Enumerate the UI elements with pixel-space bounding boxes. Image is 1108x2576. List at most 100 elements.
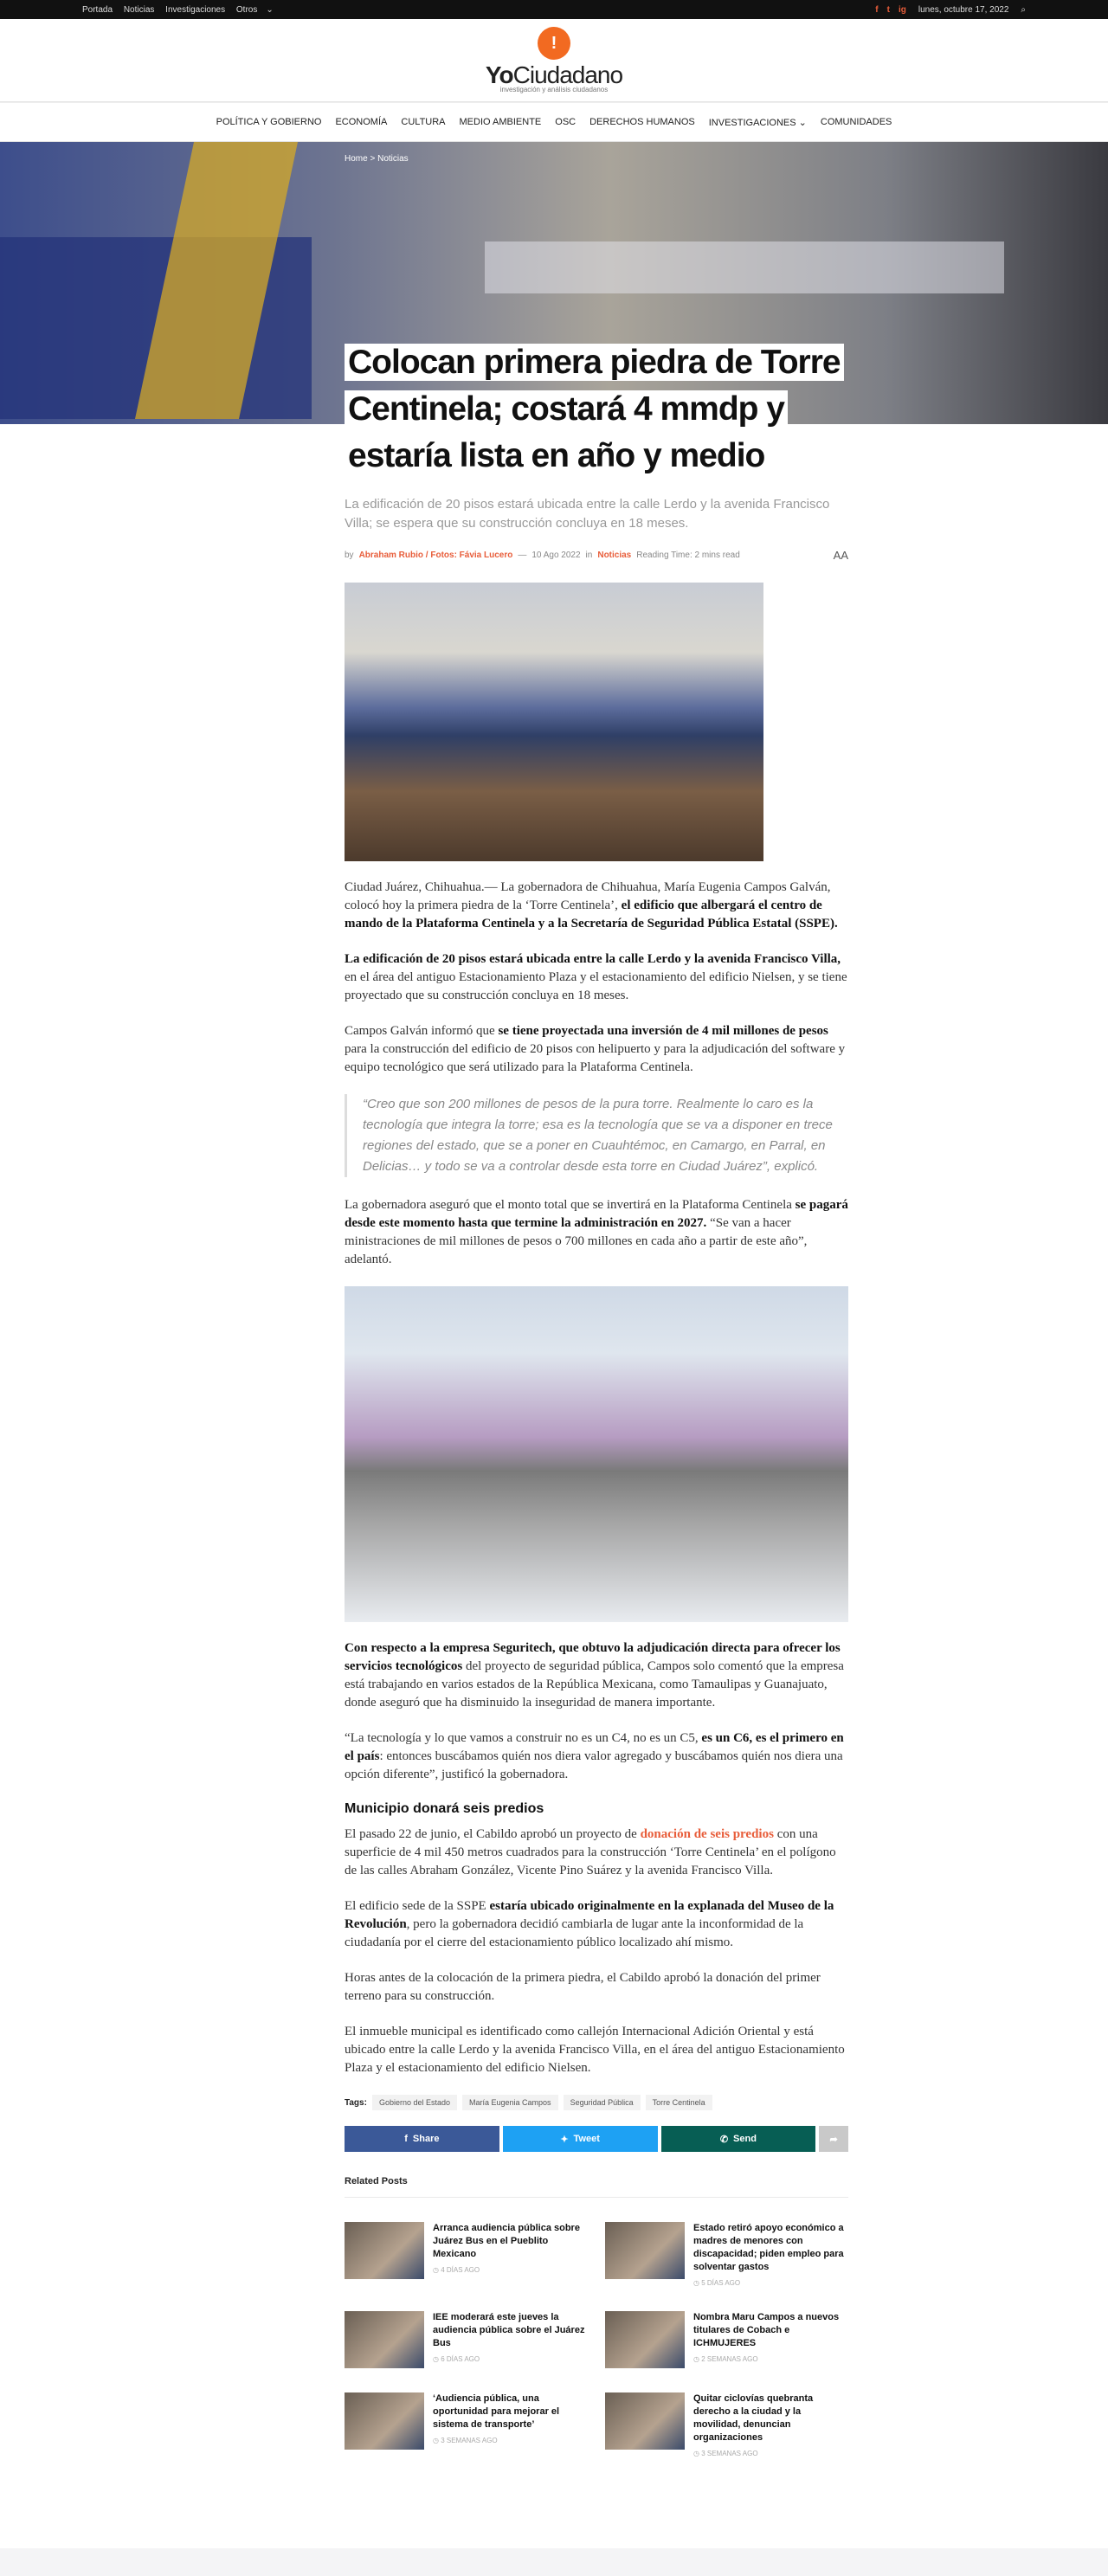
donation-link[interactable]: donación de seis predios: [641, 1827, 774, 1841]
nav-item-cultura[interactable]: CULTURA: [401, 117, 445, 127]
article-title: Colocan primera piedra de Torre Centinel…: [345, 339, 847, 480]
paragraph: El pasado 22 de junio, el Cabildo aprobó…: [345, 1827, 836, 1877]
related-thumbnail[interactable]: [605, 2392, 685, 2450]
article-meta: by Abraham Rubio / Fotos: Fávia Lucero —…: [345, 549, 848, 562]
article-category[interactable]: Noticias: [597, 551, 631, 560]
site-logo[interactable]: ! YoCiudadano investigación y análisis c…: [486, 27, 623, 93]
chevron-down-icon: ⌄: [798, 117, 807, 128]
article-photo: [345, 583, 763, 861]
related-title[interactable]: IEE moderará este jueves la audiencia pú…: [433, 2311, 588, 2350]
twitter-icon[interactable]: t: [887, 5, 890, 15]
nav-item-derechos-humanos[interactable]: DERECHOS HUMANOS: [589, 117, 695, 127]
tags-label: Tags:: [345, 2097, 367, 2108]
font-size-icon[interactable]: AA: [834, 549, 848, 562]
paragraph: Con respecto a la empresa Seguritech, qu…: [345, 1641, 844, 1710]
tag-item[interactable]: Seguridad Pública: [563, 2095, 641, 2110]
facebook-icon: f: [404, 2134, 408, 2144]
search-icon[interactable]: ⌕: [1021, 5, 1026, 15]
top-link-investigaciones[interactable]: Investigaciones: [165, 5, 225, 15]
related-title[interactable]: Arranca audiencia pública sobre Juárez B…: [433, 2222, 588, 2261]
instagram-icon[interactable]: ig: [899, 5, 906, 15]
article-date: 10 Ago 2022: [531, 551, 581, 560]
meta-by: by: [345, 551, 354, 560]
paragraph: La edificación de 20 pisos estará ubicad…: [345, 952, 847, 1002]
related-thumbnail[interactable]: [605, 2311, 685, 2368]
article-photo: [345, 1286, 848, 1622]
top-link-noticias[interactable]: Noticias: [124, 5, 155, 15]
breadcrumb: Home > Noticias: [345, 154, 409, 164]
whatsapp-icon: ✆: [719, 2134, 729, 2145]
paragraph: “La tecnología y lo que vamos a construi…: [345, 1731, 844, 1781]
related-post[interactable]: IEE moderará este jueves la audiencia pú…: [345, 2311, 588, 2368]
related-date: ◷ 4 DÍAS AGO: [433, 2266, 480, 2274]
nav-item-politica[interactable]: POLÍTICA Y GOBIERNO: [216, 117, 322, 127]
related-posts: Arranca audiencia pública sobre Juárez B…: [345, 2222, 848, 2457]
nav-item-comunidades[interactable]: COMUNIDADES: [821, 117, 892, 127]
article-title-wrap: Colocan primera piedra de Torre Centinel…: [345, 339, 847, 480]
article-quote: “Creo que son 200 millones de pesos de l…: [345, 1094, 848, 1177]
share-icon: ➦: [829, 2134, 838, 2145]
hero-banner-shape: [485, 242, 1004, 293]
logo-mark-icon: !: [538, 27, 570, 60]
facebook-icon[interactable]: f: [875, 5, 878, 15]
main-nav: POLÍTICA Y GOBIERNO ECONOMÍA CULTURA MED…: [0, 102, 1108, 142]
breadcrumb-section[interactable]: Noticias: [377, 154, 409, 164]
logo-tagline: investigación y análisis ciudadanos: [499, 86, 609, 93]
article-content: La edificación de 20 pisos estará ubicad…: [345, 495, 849, 2457]
breadcrumb-home[interactable]: Home: [345, 154, 368, 164]
nav-item-investigaciones[interactable]: INVESTIGACIONES ⌄: [709, 117, 807, 128]
related-date: ◷ 6 DÍAS AGO: [433, 2355, 480, 2363]
twitter-share-button[interactable]: ✦ Tweet: [502, 2126, 658, 2152]
facebook-share-button[interactable]: f Share: [345, 2126, 499, 2152]
related-thumbnail[interactable]: [345, 2392, 424, 2450]
related-date: ◷ 5 DÍAS AGO: [693, 2279, 741, 2287]
related-date: ◷ 2 SEMANAS AGO: [693, 2355, 758, 2363]
top-bar: Portada Noticias Investigaciones Otros ⌄ …: [0, 0, 1108, 19]
tag-item[interactable]: María Eugenia Campos: [462, 2095, 558, 2110]
top-links: Portada Noticias Investigaciones Otros ⌄: [82, 5, 274, 15]
related-title[interactable]: Nombra Maru Campos a nuevos titulares de…: [693, 2311, 848, 2350]
paragraph: La gobernadora aseguró que el monto tota…: [345, 1198, 848, 1266]
site-header: ! YoCiudadano investigación y análisis c…: [0, 19, 1108, 102]
paragraph: El edificio sede de la SSPE estaría ubic…: [345, 1899, 834, 1949]
chevron-down-icon: ⌄: [266, 4, 274, 15]
breadcrumb-separator: >: [370, 154, 376, 164]
tag-item[interactable]: Torre Centinela: [645, 2095, 712, 2110]
paragraph: El inmueble municipal es identificado co…: [345, 2025, 845, 2075]
related-thumbnail[interactable]: [345, 2311, 424, 2368]
related-thumbnail[interactable]: [605, 2222, 685, 2279]
related-posts-heading: Related Posts: [345, 2176, 848, 2198]
nav-item-medio-ambiente[interactable]: MEDIO AMBIENTE: [460, 117, 542, 127]
related-title[interactable]: ‘Audiencia pública, una oportunidad para…: [433, 2392, 588, 2431]
meta-dash: —: [518, 551, 527, 560]
paragraph: Ciudad Juárez, Chihuahua.— La gobernador…: [345, 880, 838, 931]
related-post[interactable]: Arranca audiencia pública sobre Juárez B…: [345, 2222, 588, 2287]
related-date: ◷ 3 SEMANAS AGO: [693, 2450, 758, 2457]
twitter-icon: ✦: [560, 2134, 569, 2145]
social-links: f t ig: [875, 5, 906, 15]
paragraph: Campos Galván informó que se tiene proye…: [345, 1024, 846, 1074]
meta-in: in: [585, 551, 593, 560]
section-heading: Municipio donará seis predios: [345, 1801, 544, 1816]
current-date: lunes, octubre 17, 2022: [918, 4, 1009, 15]
top-link-portada[interactable]: Portada: [82, 5, 113, 15]
share-more-button[interactable]: ➦: [819, 2126, 849, 2152]
paragraph: Horas antes de la colocación de la prime…: [345, 1971, 821, 2003]
related-title[interactable]: Quitar ciclovías quebranta derecho a la …: [693, 2392, 848, 2444]
related-post[interactable]: Nombra Maru Campos a nuevos titulares de…: [605, 2311, 848, 2368]
whatsapp-share-button[interactable]: ✆ Send: [660, 2126, 816, 2152]
related-post[interactable]: Quitar ciclovías quebranta derecho a la …: [605, 2392, 848, 2457]
article-author[interactable]: Abraham Rubio / Fotos: Fávia Lucero: [359, 551, 513, 560]
related-thumbnail[interactable]: [345, 2222, 424, 2279]
tag-list: Tags: Gobierno del Estado María Eugenia …: [345, 2095, 848, 2110]
related-post[interactable]: Estado retiró apoyo económico a madres d…: [605, 2222, 848, 2287]
related-date: ◷ 3 SEMANAS AGO: [433, 2437, 498, 2444]
footer-strip: [0, 2548, 1108, 2576]
related-post[interactable]: ‘Audiencia pública, una oportunidad para…: [345, 2392, 588, 2457]
related-title[interactable]: Estado retiró apoyo económico a madres d…: [693, 2222, 848, 2274]
nav-item-economia[interactable]: ECONOMÍA: [335, 117, 387, 127]
share-bar: f Share ✦ Tweet ✆ Send ➦: [345, 2126, 849, 2152]
tag-item[interactable]: Gobierno del Estado: [371, 2095, 457, 2110]
top-link-otros[interactable]: Otros: [236, 5, 257, 15]
nav-item-osc[interactable]: OSC: [555, 117, 576, 127]
